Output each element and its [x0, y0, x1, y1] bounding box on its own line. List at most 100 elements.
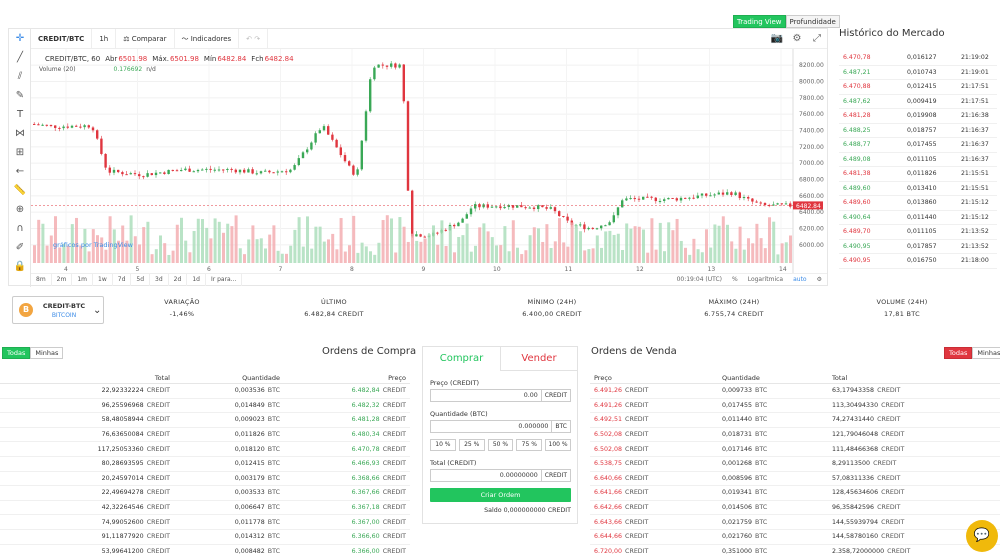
table-row[interactable]: 76,63650084 CREDIT 0,011826 BTC 6.480,34 CRED…: [0, 428, 410, 443]
table-row[interactable]: 80,28693595 CREDIT 0,012415 BTC 6.466,93 CRED…: [0, 457, 410, 472]
table-row[interactable]: 96,25596968 CREDIT 0,014849 BTC 6.482,32 CRED…: [0, 399, 410, 414]
table-row[interactable]: 22,92332224 CREDIT 0,003536 BTC 6.482,84 CRED…: [0, 384, 410, 399]
period-button[interactable]: 8m: [31, 273, 52, 286]
sell-filter-all[interactable]: Todas: [944, 347, 973, 359]
table-row[interactable]: 6.502,08 CREDIT 0,018731 BTC 121,79046048 CRE…: [590, 428, 1000, 443]
zoom-icon[interactable]: ⊕: [9, 200, 31, 219]
pattern-icon[interactable]: ⋈: [9, 124, 31, 143]
brush-icon[interactable]: ✎: [9, 86, 31, 105]
volume-bar: [381, 220, 385, 263]
candle-body: [415, 234, 418, 237]
table-row[interactable]: 58,48058944 CREDIT 0,009023 BTC 6.481,28 CRED…: [0, 413, 410, 428]
trading-view-tab[interactable]: Trading View: [733, 15, 786, 28]
table-row[interactable]: 22,49694278 CREDIT 0,003533 BTC 6.367,66 CRED…: [0, 486, 410, 501]
auto-toggle[interactable]: auto: [788, 274, 812, 286]
create-order-button[interactable]: Criar Ordem: [430, 488, 571, 502]
percent-button[interactable]: 100 %: [545, 439, 571, 451]
unit-label: BTC: [755, 416, 768, 424]
volume-bar: [734, 248, 738, 263]
percent-button[interactable]: 10 %: [430, 439, 456, 451]
log-toggle[interactable]: Logarítmica: [743, 274, 788, 286]
candle-body: [112, 169, 116, 173]
table-row[interactable]: 6.538,75 CREDIT 0,001268 BTC 8,29113500 CREDI…: [590, 457, 1000, 472]
unit-label: BTC: [267, 533, 280, 541]
table-row[interactable]: 6.643,66 CREDIT 0,021759 BTC 144,55939794 CRE…: [590, 515, 1000, 530]
table-row[interactable]: 6.491,26 CREDIT 0,009733 BTC 63,17943358 CRED…: [590, 384, 1000, 399]
table-row[interactable]: 42,32264546 CREDIT 0,006647 BTC 6.367,18 CRED…: [0, 501, 410, 516]
volume-bar: [49, 235, 53, 263]
pair-selector[interactable]: B CREDIT-BTC BITCOIN ⌄: [12, 296, 104, 324]
back-arrow-icon[interactable]: ←: [9, 162, 31, 181]
buy-filter-mine[interactable]: Minhas: [30, 347, 64, 359]
order-price-value: 6.492,51: [594, 416, 623, 424]
order-price: 6.470,78 CREDIT: [280, 446, 406, 453]
candle-body: [280, 171, 284, 173]
trend-line-icon[interactable]: ╱: [9, 48, 31, 67]
quantity-input[interactable]: 0.000000: [430, 420, 553, 433]
table-row[interactable]: 6.640,66 CREDIT 0,008596 BTC 57,08311336 CRED…: [590, 472, 1000, 487]
unit-label: CREDIT: [382, 387, 406, 395]
sell-filter-mine[interactable]: Minhas: [972, 347, 1000, 359]
undo-redo[interactable]: ↶ ↷: [239, 28, 269, 49]
buy-filter-all[interactable]: Todas: [2, 347, 31, 359]
price-chart[interactable]: 8200.00 8000.00 7800.00 7600.00 7400.00 7200.…: [31, 49, 829, 297]
table-row[interactable]: 6.720,00 CREDIT 0,351000 BTC 2.358,72000000 C…: [590, 545, 1000, 558]
chat-icon[interactable]: 💬: [966, 520, 998, 552]
percent-button[interactable]: 75 %: [516, 439, 543, 451]
period-button[interactable]: 2m: [52, 273, 73, 286]
volume-bar: [440, 220, 444, 263]
table-row[interactable]: 6.492,51 CREDIT 0,011440 BTC 74,27431440 CRED…: [590, 413, 1000, 428]
compare-button[interactable]: ⚖ Comparar: [116, 28, 175, 49]
unit-label: CREDIT: [146, 445, 170, 453]
percent-toggle[interactable]: %: [727, 274, 743, 286]
crosshair-icon[interactable]: ✛: [9, 29, 31, 48]
ruler-icon[interactable]: 📏: [9, 181, 31, 200]
table-row[interactable]: 6.502,08 CREDIT 0,017146 BTC 111,48466368 CRE…: [590, 442, 1000, 457]
settings-icon[interactable]: ⚙: [812, 274, 827, 286]
period-button[interactable]: 5d: [131, 273, 151, 286]
table-row[interactable]: 6.491,26 CREDIT 0,017455 BTC 113,30494330 CRE…: [590, 399, 1000, 414]
period-button[interactable]: 1d: [187, 273, 206, 286]
table-row[interactable]: 74,99052600 CREDIT 0,011778 BTC 6.367,00 CRED…: [0, 515, 410, 530]
tab-sell[interactable]: Vender: [500, 347, 577, 371]
total-input[interactable]: 0.00000000: [430, 469, 542, 482]
text-icon[interactable]: T: [9, 105, 31, 124]
fullscreen-icon[interactable]: ⤢: [807, 29, 827, 49]
lock-drawing-icon[interactable]: ✐: [9, 238, 31, 257]
period-button[interactable]: 1m: [72, 273, 94, 286]
symbol-selector[interactable]: CREDIT/BTC: [31, 28, 93, 49]
parallel-channel-icon[interactable]: ⫽: [9, 67, 31, 86]
table-row[interactable]: 117,25053360 CREDIT 0,018120 BTC 6.470,78 CRE…: [0, 442, 410, 457]
unit-label: CREDIT: [382, 445, 406, 453]
lock-icon[interactable]: 🔒: [9, 257, 31, 276]
unit-label: BTC: [755, 504, 768, 512]
order-quantity-value: 0,021759: [722, 518, 753, 526]
interval-selector[interactable]: 1h: [92, 28, 117, 49]
magnet-icon[interactable]: ∩: [9, 219, 31, 238]
volume-bar: [700, 252, 704, 263]
period-button[interactable]: 3d: [150, 273, 169, 286]
period-button[interactable]: Ir para...: [206, 273, 243, 286]
table-row[interactable]: 53,99641200 CREDIT 0,008482 BTC 6.366,00 CRED…: [0, 545, 410, 558]
table-row[interactable]: 6.644,66 CREDIT 0,021760 BTC 144,58780160 CRE…: [590, 530, 1000, 545]
table-row[interactable]: 91,11877920 CREDIT 0,014312 BTC 6.366,60 CRED…: [0, 530, 410, 545]
volume-bar: [432, 225, 435, 263]
table-row[interactable]: 6.642,66 CREDIT 0,014506 BTC 96,35842596 CRED…: [590, 501, 1000, 516]
period-button[interactable]: 2d: [169, 273, 188, 286]
table-row[interactable]: 6.641,66 CREDIT 0,019341 BTC 128,45634606 CRE…: [590, 486, 1000, 501]
table-row[interactable]: 20,24597014 CREDIT 0,003179 BTC 6.368,66 CRED…: [0, 472, 410, 487]
indicators-button[interactable]: 〜 Indicadores: [175, 28, 240, 49]
candle-body: [776, 203, 779, 205]
period-button[interactable]: 7d: [113, 273, 132, 286]
tab-buy[interactable]: Comprar: [423, 347, 500, 371]
depth-tab[interactable]: Profundidade: [785, 15, 840, 28]
unit-label: CREDIT: [625, 489, 649, 497]
percent-button[interactable]: 25 %: [458, 439, 485, 451]
gear-icon[interactable]: ⚙: [787, 29, 807, 49]
order-quantity: 0,003179 BTC: [170, 475, 280, 482]
camera-icon[interactable]: 📷: [767, 29, 787, 49]
period-button[interactable]: 1w: [93, 273, 113, 286]
forecast-icon[interactable]: ⊞: [9, 143, 31, 162]
percent-button[interactable]: 50 %: [487, 439, 514, 451]
price-input[interactable]: 0.00: [430, 389, 542, 402]
